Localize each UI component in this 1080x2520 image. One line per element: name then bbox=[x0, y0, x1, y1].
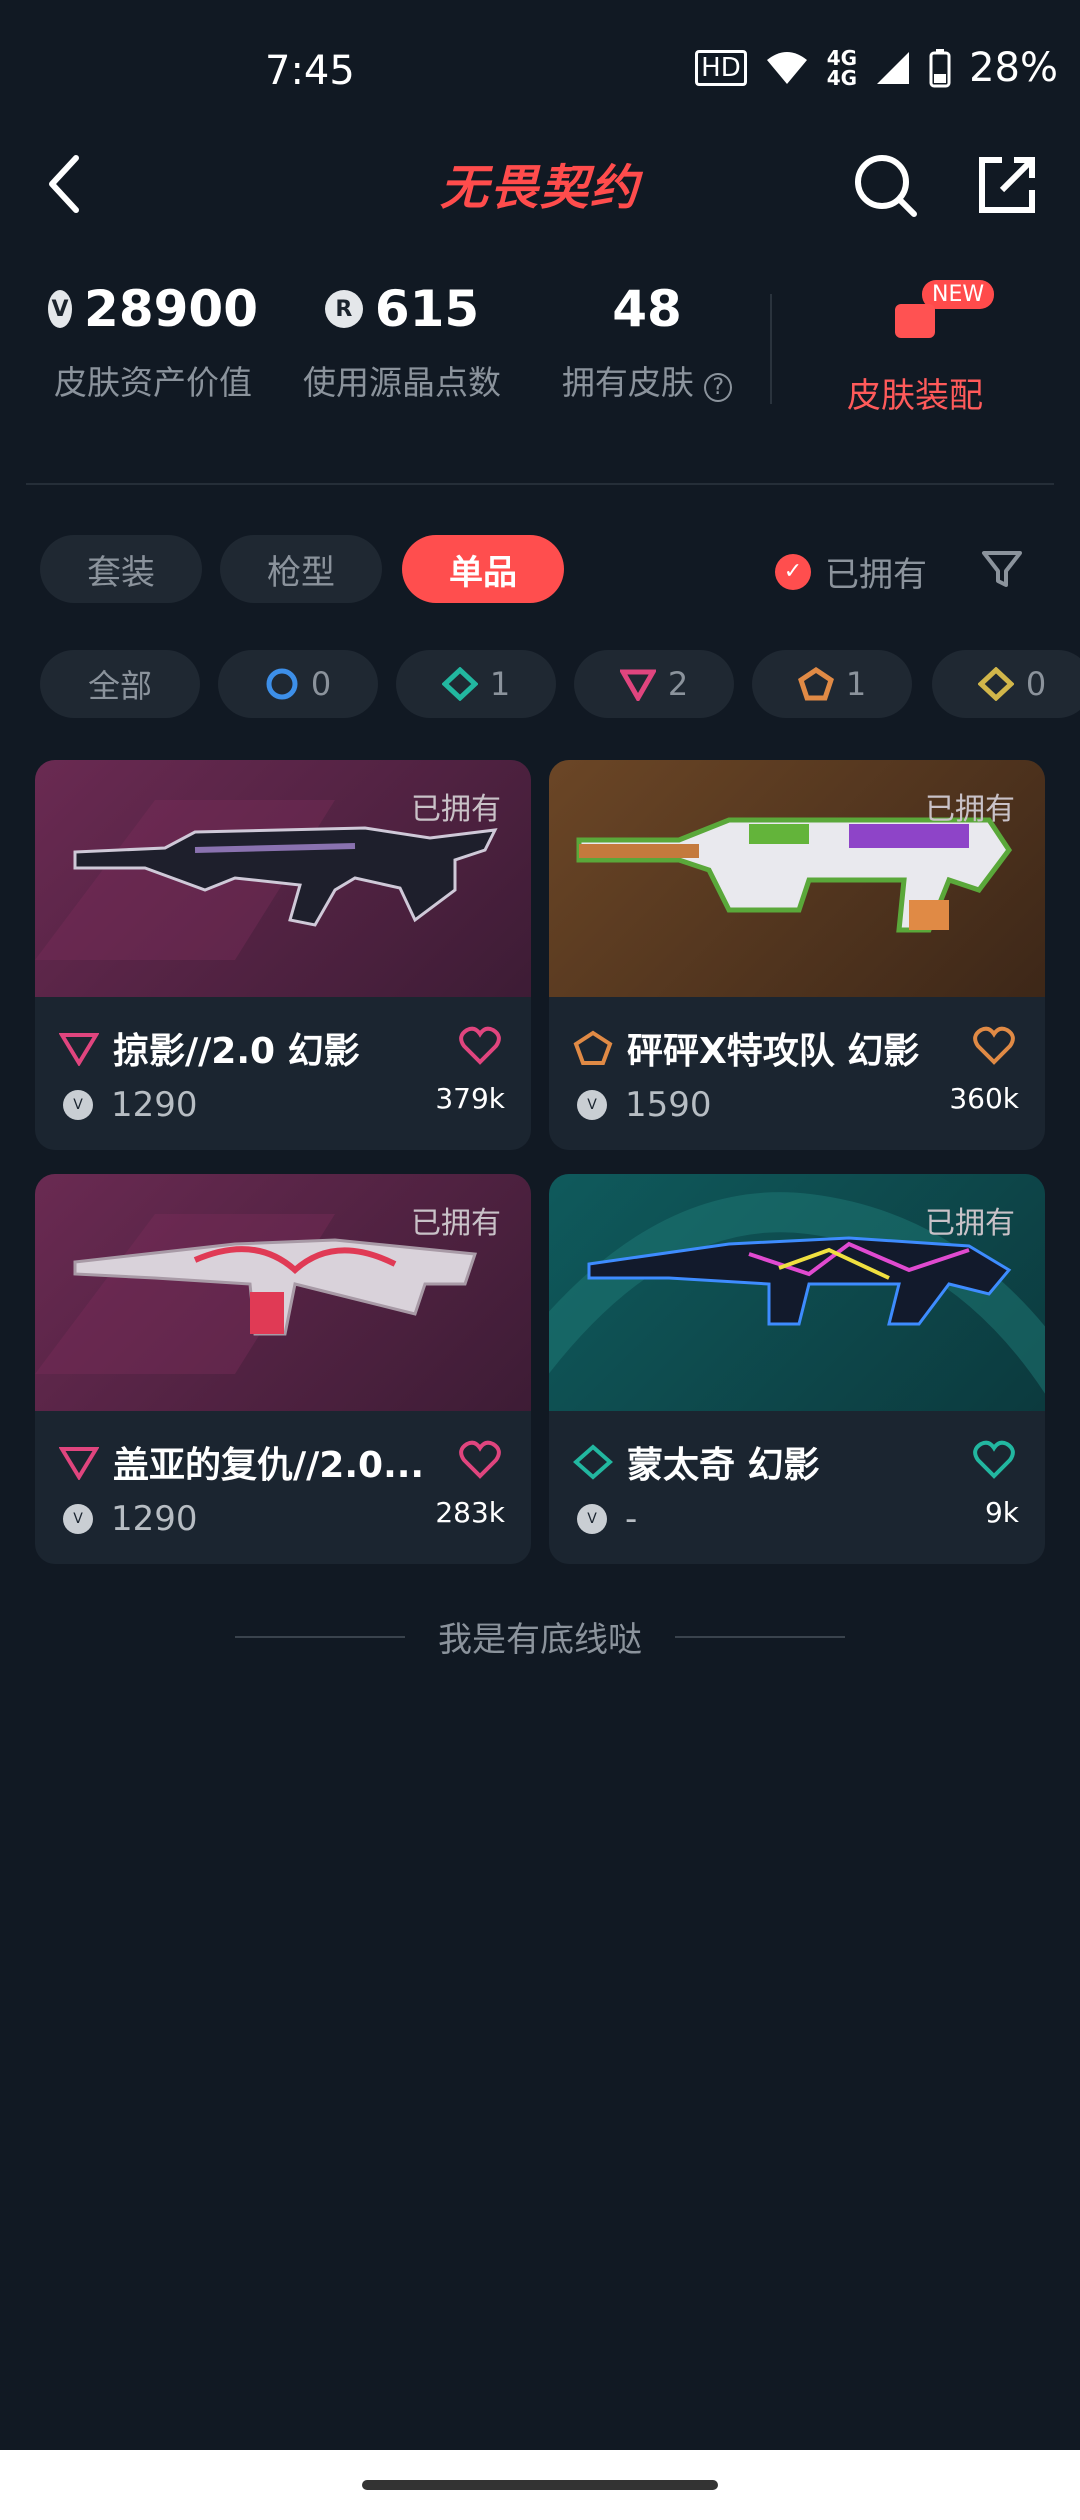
triangle-tier-icon bbox=[59, 1033, 99, 1066]
tier-filters: 全部 0 1 2 1 0 bbox=[0, 650, 1080, 718]
vp-coin-icon: V bbox=[577, 1090, 607, 1120]
tier-all[interactable]: 全部 bbox=[40, 650, 200, 718]
owned-filter-toggle[interactable]: ✓ 已拥有 bbox=[775, 547, 927, 596]
owned-filter-label: 已拥有 bbox=[825, 555, 927, 595]
skin-image: 已拥有 bbox=[549, 1174, 1045, 1411]
likes-count: 360k bbox=[949, 1082, 1019, 1115]
tab-weapon-type[interactable]: 枪型 bbox=[220, 535, 382, 603]
skin-card[interactable]: 已拥有 盖亚的复仇//2.0... V 1290 283k bbox=[35, 1174, 531, 1564]
skin-name: 蒙太奇 幻影 bbox=[627, 1445, 820, 1486]
status-bar: 7:45 HD 4G 4G 28% bbox=[0, 0, 1080, 140]
vp-coin-icon: V bbox=[63, 1504, 93, 1534]
circle-tier-icon bbox=[266, 668, 298, 700]
asset-value-label: 皮肤资产价值 bbox=[54, 363, 252, 402]
likes-count: 283k bbox=[435, 1496, 505, 1529]
system-nav-bar bbox=[0, 2450, 1080, 2520]
heart-icon[interactable] bbox=[973, 1026, 1015, 1066]
triangle-tier-icon bbox=[619, 669, 656, 701]
end-of-list: 我是有底线哒 bbox=[0, 1612, 1080, 1661]
tier-chip-premium[interactable]: 2 bbox=[574, 650, 734, 718]
skin-image: 已拥有 bbox=[549, 760, 1045, 997]
skin-price: V 1590 bbox=[577, 1085, 712, 1125]
skin-equip-button[interactable]: NEW 皮肤装配 bbox=[820, 280, 1010, 417]
battery-icon bbox=[929, 49, 951, 88]
skin-name-row: 蒙太奇 幻影 bbox=[573, 1436, 820, 1488]
skin-name-row: 盖亚的复仇//2.0... bbox=[59, 1436, 424, 1488]
skin-price: V 1290 bbox=[63, 1085, 198, 1125]
owned-tag: 已拥有 bbox=[925, 792, 1015, 827]
status-icons: HD 4G 4G 28% bbox=[695, 45, 1058, 91]
heart-icon[interactable] bbox=[973, 1440, 1015, 1480]
wifi-icon bbox=[766, 52, 807, 84]
points-used: 615 bbox=[374, 280, 480, 338]
likes-count: 9k bbox=[984, 1496, 1019, 1529]
battery-percent: 28% bbox=[969, 45, 1058, 91]
tab-single-items[interactable]: 单品 bbox=[402, 535, 564, 603]
tier-chip-select[interactable]: 0 bbox=[218, 650, 378, 718]
skins-owned-stat[interactable]: 48 拥有皮肤 ? bbox=[557, 280, 737, 404]
tier-chip-exclusive[interactable]: 1 bbox=[752, 650, 912, 718]
equip-bag-icon bbox=[895, 304, 935, 338]
end-line-right bbox=[675, 1636, 845, 1638]
skins-owned-label: 拥有皮肤 bbox=[561, 363, 694, 402]
search-icon[interactable] bbox=[850, 150, 920, 220]
equip-label: 皮肤装配 bbox=[847, 376, 983, 416]
owned-tag: 已拥有 bbox=[411, 792, 501, 827]
help-icon[interactable]: ? bbox=[704, 373, 733, 402]
asset-value: 28900 bbox=[84, 280, 258, 338]
category-filters: 套装 枪型 单品 ✓ 已拥有 bbox=[0, 535, 1080, 605]
radianite-coin-icon: R bbox=[324, 290, 363, 328]
stats-divider bbox=[770, 294, 772, 404]
skin-name-row: 掠影//2.0 幻影 bbox=[59, 1022, 360, 1074]
home-indicator[interactable] bbox=[362, 2480, 718, 2490]
triangle-tier-icon bbox=[59, 1447, 99, 1480]
vp-coin-icon: V bbox=[577, 1504, 607, 1534]
end-of-list-text: 我是有底线哒 bbox=[438, 1620, 642, 1660]
heart-icon[interactable] bbox=[459, 1440, 501, 1480]
pentagon-tier-icon bbox=[573, 1030, 613, 1065]
filter-icon[interactable] bbox=[980, 547, 1024, 591]
skin-image: 已拥有 bbox=[35, 1174, 531, 1411]
diamond-tier-icon bbox=[573, 1444, 613, 1480]
diamond-gold-tier-icon bbox=[977, 667, 1014, 701]
skin-card[interactable]: 已拥有 掠影//2.0 幻影 V 1290 379k bbox=[35, 760, 531, 1150]
points-label: 使用源晶点数 bbox=[303, 363, 501, 402]
hd-icon: HD bbox=[695, 50, 747, 86]
pentagon-tier-icon bbox=[797, 667, 834, 701]
skin-name: 砰砰X特攻队 幻影 bbox=[627, 1031, 920, 1072]
tier-chip-ultra[interactable]: 0 bbox=[932, 650, 1080, 718]
asset-value-stat: V 28900 皮肤资产价值 bbox=[48, 280, 258, 404]
skin-price: V- bbox=[577, 1499, 637, 1539]
skin-card[interactable]: 已拥有 砰砰X特攻队 幻影 V 1590 360k bbox=[549, 760, 1045, 1150]
skin-name: 盖亚的复仇//2.0... bbox=[113, 1445, 425, 1486]
checkmark-icon: ✓ bbox=[775, 553, 811, 590]
skins-owned: 48 bbox=[612, 280, 682, 338]
signal-icon bbox=[877, 52, 910, 84]
network-indicator: 4G 4G bbox=[826, 46, 858, 90]
section-divider bbox=[26, 483, 1054, 485]
skin-name-row: 砰砰X特攻队 幻影 bbox=[573, 1022, 919, 1074]
heart-icon[interactable] bbox=[459, 1026, 501, 1066]
tab-bundles[interactable]: 套装 bbox=[40, 535, 202, 603]
owned-tag: 已拥有 bbox=[411, 1206, 501, 1241]
status-time: 7:45 bbox=[265, 48, 355, 94]
skin-image: 已拥有 bbox=[35, 760, 531, 997]
stats-panel: V 28900 皮肤资产价值 R 615 使用源晶点数 48 拥有皮肤 ? NEW … bbox=[0, 280, 1080, 450]
skin-name: 掠影//2.0 幻影 bbox=[113, 1031, 360, 1072]
points-stat: R 615 使用源晶点数 bbox=[297, 280, 507, 404]
diamond-tier-icon bbox=[441, 667, 478, 701]
skin-price: V 1290 bbox=[63, 1499, 198, 1539]
tier-chip-deluxe[interactable]: 1 bbox=[396, 650, 556, 718]
vp-coin-icon: V bbox=[63, 1090, 93, 1120]
skin-card[interactable]: 已拥有 蒙太奇 幻影 V- 9k bbox=[549, 1174, 1045, 1564]
vp-coin-icon: V bbox=[48, 290, 73, 328]
owned-tag: 已拥有 bbox=[925, 1206, 1015, 1241]
end-line-left bbox=[235, 1636, 405, 1638]
top-bar: 无畏契约 bbox=[0, 140, 1080, 230]
share-icon[interactable] bbox=[972, 150, 1042, 220]
likes-count: 379k bbox=[435, 1082, 505, 1115]
